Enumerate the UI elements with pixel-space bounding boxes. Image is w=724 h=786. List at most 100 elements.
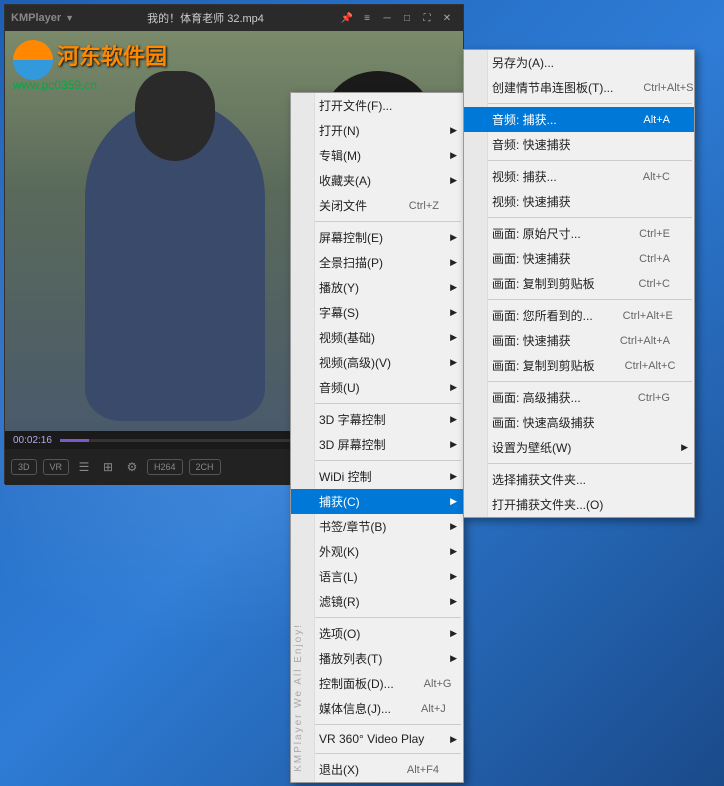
menu-item[interactable]: 创建情节串连图板(T)... Ctrl+Alt+S [464,75,694,100]
menu-item[interactable]: 3D 字幕控制 ▶ [291,407,463,432]
titlebar: KMPlayer ▼ 我的！体育老师 32.mp4 📌 ≡ ─ □ ⛶ ✕ [5,5,463,31]
menu-item-label: 专辑(M) [319,147,439,164]
menu-item[interactable]: 打开(N)▶ [291,118,463,143]
menu-item[interactable]: 画面: 快速捕获Ctrl+Alt+A [464,328,694,353]
menu-item-shortcut: Alt+F4 [407,764,439,776]
menu-item-label: 画面: 原始尺寸... [492,225,609,242]
menu-item-label: 播放列表(T) [319,650,439,667]
menu-item-label: 音频: 捕获... [492,111,613,128]
menu-item-label: 播放(Y) [319,279,439,296]
menu-item[interactable]: 音频: 捕获... Alt+A [464,107,694,132]
close-icon[interactable]: ✕ [437,10,457,26]
menu-item-label: 设置为壁纸(W) [492,439,670,456]
menu-item-label: 3D 屏幕控制 [319,436,439,453]
menu-item-shortcut: Ctrl+Alt+C [625,360,676,372]
submenu-arrow-icon: ▶ [450,175,457,186]
menu-item[interactable]: 画面: 复制到剪贴板Ctrl+C [464,271,694,296]
menu-item-label: 屏幕控制(E) [319,229,439,246]
menu-item[interactable]: 媒体信息(J)...Alt+J [291,696,463,721]
badge-audio[interactable]: 2CH [189,459,221,475]
menu-item[interactable]: 视频: 捕获...Alt+C [464,164,694,189]
badge-3d[interactable]: 3D [11,459,37,475]
submenu-arrow-icon: ▶ [450,150,457,161]
minimize-icon[interactable]: ─ [377,10,397,26]
menu-item[interactable]: 视频: 快速捕获 [464,189,694,214]
menu-item[interactable]: 另存为(A)... [464,50,694,75]
menu-item-label: 滤镜(R) [319,593,439,610]
menu-item[interactable]: 打开文件(F)... [291,93,463,118]
menu-item[interactable]: 3D 屏幕控制 ▶ [291,432,463,457]
menu-item[interactable]: WiDi 控制▶ [291,464,463,489]
menu-separator [466,103,692,104]
app-logo[interactable]: KMPlayer [11,12,61,24]
menu-item[interactable]: 退出(X)Alt+F4 [291,757,463,782]
menu-item[interactable]: 画面: 快速捕获Ctrl+A [464,246,694,271]
menu-item-label: 外观(K) [319,543,439,560]
menu-item[interactable]: 专辑(M) ▶ [291,143,463,168]
menu-item[interactable]: 画面: 快速高级捕获 [464,410,694,435]
submenu-arrow-icon: ▶ [450,496,457,507]
menu-item[interactable]: 语言(L)▶ [291,564,463,589]
badge-vr[interactable]: VR [43,459,70,475]
badge-codec[interactable]: H264 [147,459,183,475]
menu-item[interactable]: 选项(O)▶ [291,621,463,646]
menu-item-label: 全景扫描(P) [319,254,439,271]
submenu-arrow-icon: ▶ [450,232,457,243]
menu-item-label: 视频: 捕获... [492,168,613,185]
menu-item[interactable]: 视频(基础)▶ [291,325,463,350]
menu-item-label: 创建情节串连图板(T)... [492,79,613,96]
menu-item[interactable]: 画面: 原始尺寸...Ctrl+E [464,221,694,246]
menu-item-shortcut: Ctrl+Alt+S [643,82,693,94]
submenu-arrow-icon: ▶ [681,442,688,453]
menu-item[interactable]: 画面: 复制到剪贴板Ctrl+Alt+C [464,353,694,378]
menu-item[interactable]: 全景扫描(P) ▶ [291,250,463,275]
menu-separator [293,460,461,461]
submenu-arrow-icon: ▶ [450,471,457,482]
submenu-arrow-icon: ▶ [450,546,457,557]
maximize-icon[interactable]: □ [397,10,417,26]
menu-item[interactable]: 设置为壁纸(W) ▶ [464,435,694,460]
menu-icon[interactable]: ≡ [357,10,377,26]
menu-item[interactable]: 收藏夹(A) ▶ [291,168,463,193]
pin-icon[interactable]: 📌 [337,10,357,26]
menu-separator [466,381,692,382]
submenu-arrow-icon: ▶ [450,414,457,425]
fullscreen-icon[interactable]: ⛶ [417,10,437,26]
menu-item-label: 媒体信息(J)... [319,700,391,717]
menu-item-label: 选择捕获文件夹... [492,471,670,488]
menu-item[interactable]: 书签/章节(B)▶ [291,514,463,539]
menu-item[interactable]: 视频(高级)(V)▶ [291,350,463,375]
menu-item[interactable]: 播放(Y)▶ [291,275,463,300]
settings-icon[interactable]: ⊞ [99,458,117,476]
menu-item[interactable]: 控制面板(D)...Alt+G [291,671,463,696]
menu-item-label: 视频(高级)(V) [319,354,439,371]
submenu-arrow-icon: ▶ [450,571,457,582]
context-menu-main: KMPlayer We All Enjoy! 打开文件(F)...打开(N)▶专… [290,92,464,783]
menu-item[interactable]: 捕获(C) ▶ [291,489,463,514]
menu-item[interactable]: 画面: 您所看到的...Ctrl+Alt+E [464,303,694,328]
menu-item[interactable]: 字幕(S)▶ [291,300,463,325]
menu-item[interactable]: 滤镜(R)▶ [291,589,463,614]
menu-item[interactable]: 音频: 快速捕获 [464,132,694,157]
menu-item-label: 打开(N) [319,122,439,139]
menu-item-shortcut: Ctrl+Alt+E [623,310,673,322]
menu-separator [293,617,461,618]
submenu-arrow-icon: ▶ [450,439,457,450]
menu-item-label: 收藏夹(A) [319,172,439,189]
menu-item[interactable]: 屏幕控制(E) ▶ [291,225,463,250]
menu-item[interactable]: 音频(U)▶ [291,375,463,400]
menu-item-label: 3D 字幕控制 [319,411,439,428]
menu-item[interactable]: 画面: 高级捕获...Ctrl+G [464,385,694,410]
menu-item[interactable]: 关闭文件Ctrl+Z [291,193,463,218]
menu-item[interactable]: 播放列表(T)▶ [291,646,463,671]
submenu-arrow-icon: ▶ [450,257,457,268]
menu-item-shortcut: Alt+A [643,114,670,126]
menu-item[interactable]: 打开捕获文件夹...(O) [464,492,694,517]
menu-item-label: 捕获(C) [319,493,439,510]
menu-item[interactable]: 外观(K) ▶ [291,539,463,564]
dropdown-arrow-icon[interactable]: ▼ [65,13,74,23]
gear-icon[interactable]: ⚙ [123,458,141,476]
list-icon[interactable]: ☰ [75,458,93,476]
menu-item[interactable]: VR 360° Video Play▶ [291,728,463,750]
menu-item[interactable]: 选择捕获文件夹... [464,467,694,492]
